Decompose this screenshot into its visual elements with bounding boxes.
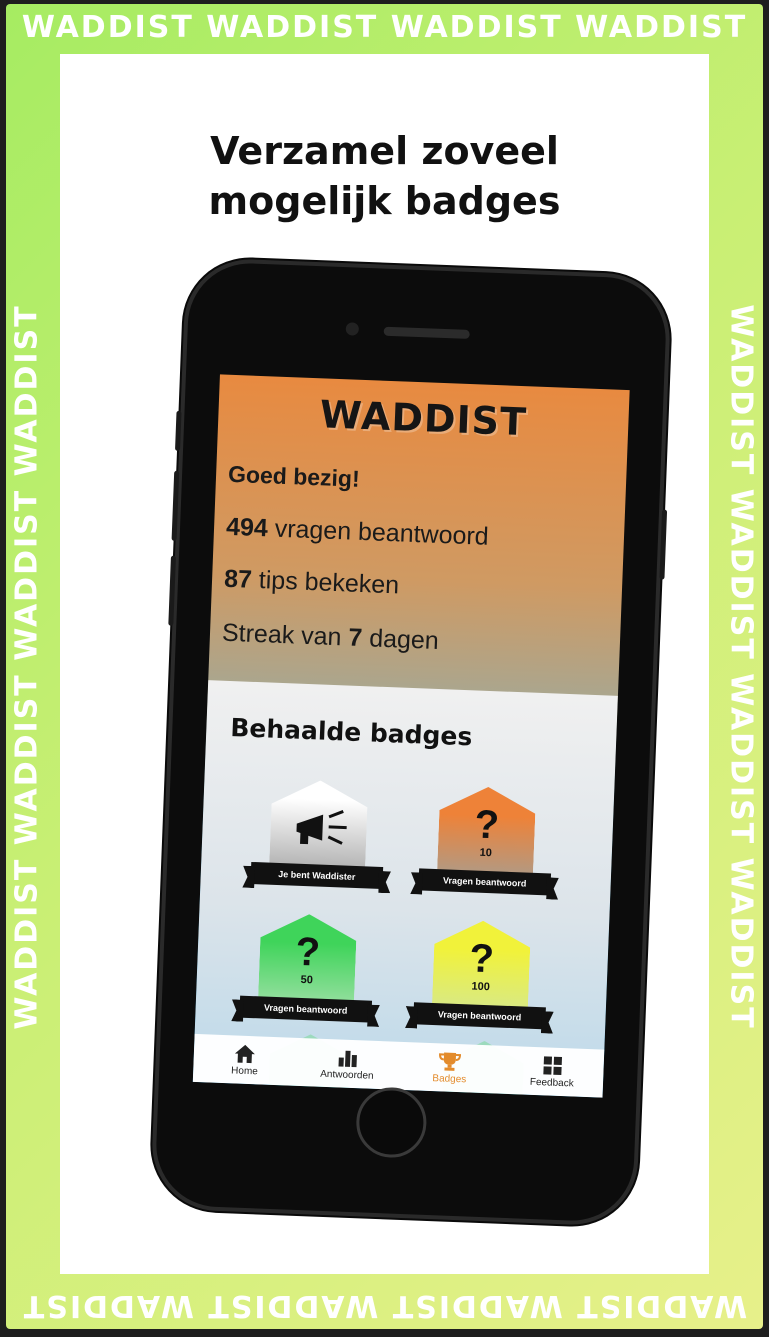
tab-label: Home bbox=[230, 1064, 259, 1077]
tab-label: Badges bbox=[432, 1072, 467, 1085]
question-icon: ? bbox=[468, 936, 495, 982]
tips-stat: 87 tips bekeken bbox=[224, 565, 400, 601]
grid-icon bbox=[543, 1055, 562, 1075]
badges-title: Behaalde badges bbox=[229, 713, 473, 752]
question-icon: ? bbox=[294, 929, 321, 975]
badge-ribbon: Vragen beantwoord bbox=[413, 1002, 546, 1030]
border-text-bottom: WADDIST WADDIST WADDIST WADDIST bbox=[21, 1288, 748, 1323]
border-text-left: WADDIST WADDIST WADDIST WADDIST bbox=[10, 303, 46, 1030]
streak-stat: Streak van 7 dagen bbox=[221, 618, 440, 656]
tab-home[interactable]: Home bbox=[193, 1034, 297, 1086]
badge-waddister[interactable]: Je bent Waddister bbox=[246, 778, 391, 905]
megaphone-icon bbox=[296, 810, 347, 845]
question-icon: ? bbox=[473, 802, 500, 848]
app-title: WADDIST bbox=[319, 392, 528, 445]
bar-chart-icon bbox=[338, 1050, 357, 1067]
tab-antwoorden[interactable]: Antwoorden bbox=[295, 1038, 399, 1090]
streak-suffix: dagen bbox=[361, 624, 440, 655]
badge-ribbon: Vragen beantwoord bbox=[418, 868, 552, 896]
phone-mockup: WADDIST Goed bezig! 494 vragen beantwoor… bbox=[154, 261, 668, 1223]
tab-label: Feedback bbox=[529, 1076, 574, 1089]
greeting-text: Goed bezig! bbox=[227, 460, 361, 492]
promo-frame: WADDIST WADDIST WADDIST WADDIST WADDIST … bbox=[6, 4, 763, 1329]
tips-count: 87 bbox=[223, 564, 253, 594]
badge-ribbon: Vragen beantwoord bbox=[239, 995, 373, 1023]
badge-ribbon: Je bent Waddister bbox=[250, 861, 384, 890]
tips-label: tips bekeken bbox=[251, 565, 400, 600]
tab-feedback[interactable]: Feedback bbox=[500, 1046, 604, 1098]
tab-badges[interactable]: Badges bbox=[398, 1042, 502, 1094]
home-icon bbox=[235, 1044, 256, 1063]
tab-label: Antwoorden bbox=[320, 1068, 374, 1082]
border-text-top: WADDIST WADDIST WADDIST WADDIST bbox=[21, 10, 748, 45]
trophy-icon bbox=[439, 1052, 462, 1071]
badge-questions-10[interactable]: ? 10 Vragen beantwoord bbox=[414, 784, 559, 911]
questions-stat: 494 vragen beantwoord bbox=[226, 513, 490, 552]
promo-headline: Verzamel zoveel mogelijk badges bbox=[208, 129, 561, 223]
app-screen: WADDIST Goed bezig! 494 vragen beantwoor… bbox=[192, 374, 630, 1098]
badge-questions-50[interactable]: ? 50 Vragen beantwoord bbox=[235, 912, 380, 1039]
streak-prefix: Streak van bbox=[221, 618, 349, 652]
questions-count: 494 bbox=[225, 512, 269, 543]
questions-label: vragen beantwoord bbox=[267, 514, 490, 551]
badges-panel: Behaalde badges Je bent Waddister ? 10 V… bbox=[192, 680, 618, 1098]
badge-questions-100[interactable]: ? 100 Vragen beantwoord bbox=[409, 918, 554, 1045]
border-text-right: WADDIST WADDIST WADDIST WADDIST bbox=[724, 303, 760, 1030]
